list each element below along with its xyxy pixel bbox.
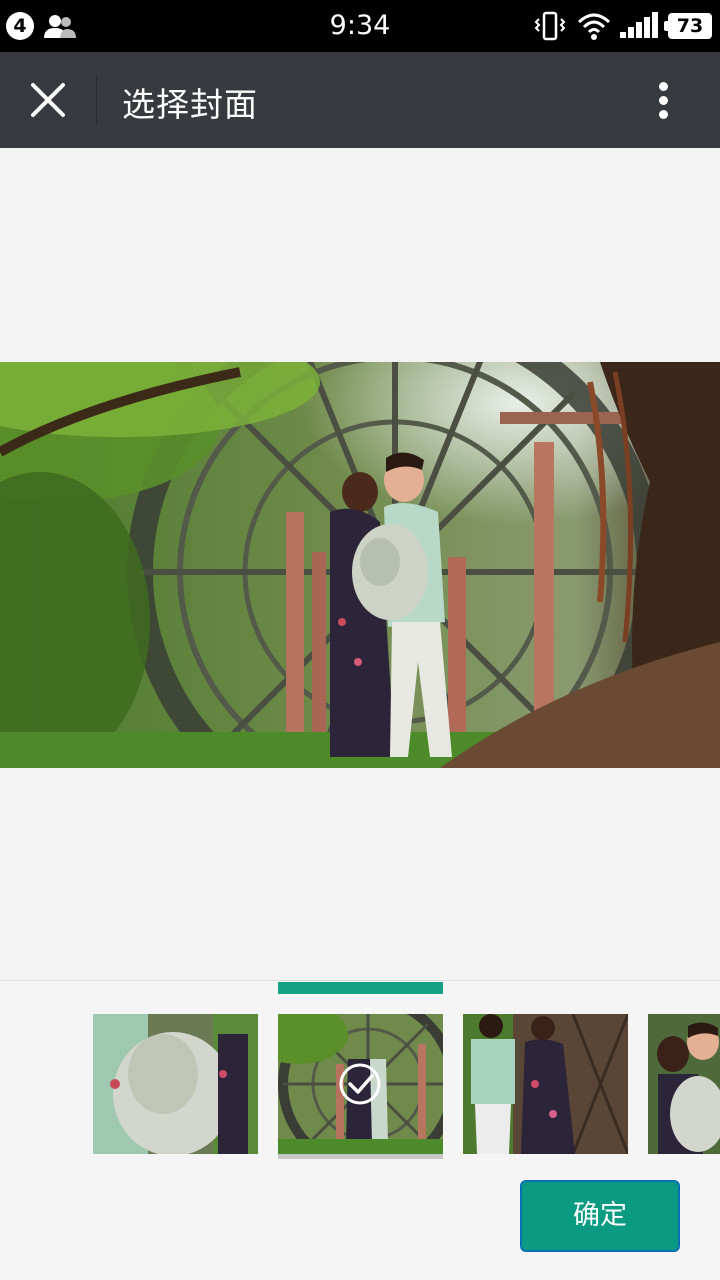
thumbnail-3[interactable] (463, 1014, 628, 1154)
app-bar: 选择封面 (0, 52, 720, 148)
vibrate-icon (534, 11, 566, 41)
close-icon (31, 83, 65, 117)
thumbnail-1[interactable] (93, 1014, 258, 1154)
selected-thumbnail-indicator (278, 982, 443, 994)
confirm-button[interactable]: 确定 (520, 1180, 680, 1252)
page-title: 选择封面 (122, 85, 258, 124)
app-bar-divider (96, 76, 97, 124)
thumbnail-2-selected[interactable] (278, 1014, 443, 1154)
battery-level: 73 (664, 13, 712, 39)
thumbnail-4[interactable] (648, 1014, 720, 1154)
signal-icon (620, 12, 658, 38)
check-circle-icon (339, 1063, 381, 1105)
wifi-icon (577, 13, 611, 40)
cover-preview-image (0, 362, 720, 768)
selected-thumbnail-underline (278, 1154, 443, 1159)
status-bar: 4 9:34 73 (0, 0, 720, 52)
more-options-button[interactable] (640, 70, 688, 130)
close-button[interactable] (18, 70, 78, 130)
clock: 9:34 (329, 10, 391, 41)
